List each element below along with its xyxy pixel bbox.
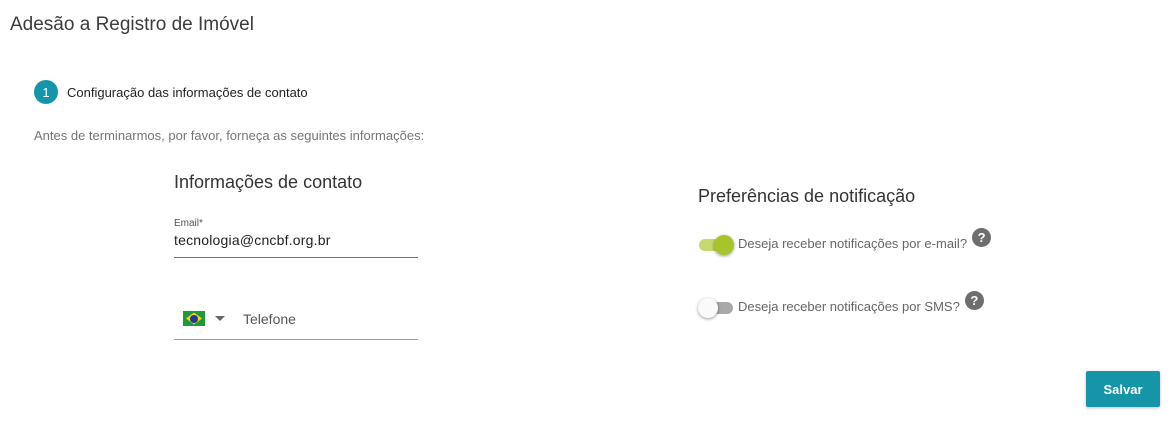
brazil-flag-icon[interactable]	[183, 311, 205, 326]
help-icon[interactable]: ?	[964, 290, 984, 310]
flag-globe	[190, 314, 198, 323]
step-label: Configuração das informações de contato	[67, 84, 308, 100]
save-button[interactable]: Salvar	[1086, 371, 1160, 407]
notification-section-title: Preferências de notificação	[698, 186, 916, 206]
contact-section-title: Informações de contato	[174, 172, 363, 192]
page-title: Adesão a Registro de Imóvel	[10, 14, 254, 35]
step-number-badge: 1	[34, 80, 58, 104]
sms-notification-toggle[interactable]	[698, 295, 734, 318]
email-input[interactable]: tecnologia@cncbf.org.br	[174, 232, 418, 248]
toggle-thumb	[698, 298, 718, 318]
sms-notification-row: Deseja receber notificações por SMS? ?	[698, 290, 984, 318]
email-notification-row: Deseja receber notificações por e-mail? …	[698, 227, 992, 255]
country-dropdown-icon[interactable]	[215, 316, 225, 321]
email-field[interactable]: Email* tecnologia@cncbf.org.br	[174, 218, 418, 258]
email-notification-label: Deseja receber notificações por e-mail?	[738, 235, 968, 251]
email-label: Email*	[174, 218, 203, 229]
toggle-thumb	[714, 235, 734, 255]
phone-field[interactable]: Telefone	[174, 298, 418, 340]
step-header: 1 Configuração das informações de contat…	[34, 80, 308, 104]
email-notification-toggle[interactable]	[698, 232, 734, 255]
sms-notification-label: Deseja receber notificações por SMS?	[738, 298, 960, 314]
help-icon[interactable]: ?	[972, 227, 992, 247]
intro-text: Antes de terminarmos, por favor, forneça…	[34, 128, 425, 143]
phone-input[interactable]: Telefone	[243, 311, 296, 327]
